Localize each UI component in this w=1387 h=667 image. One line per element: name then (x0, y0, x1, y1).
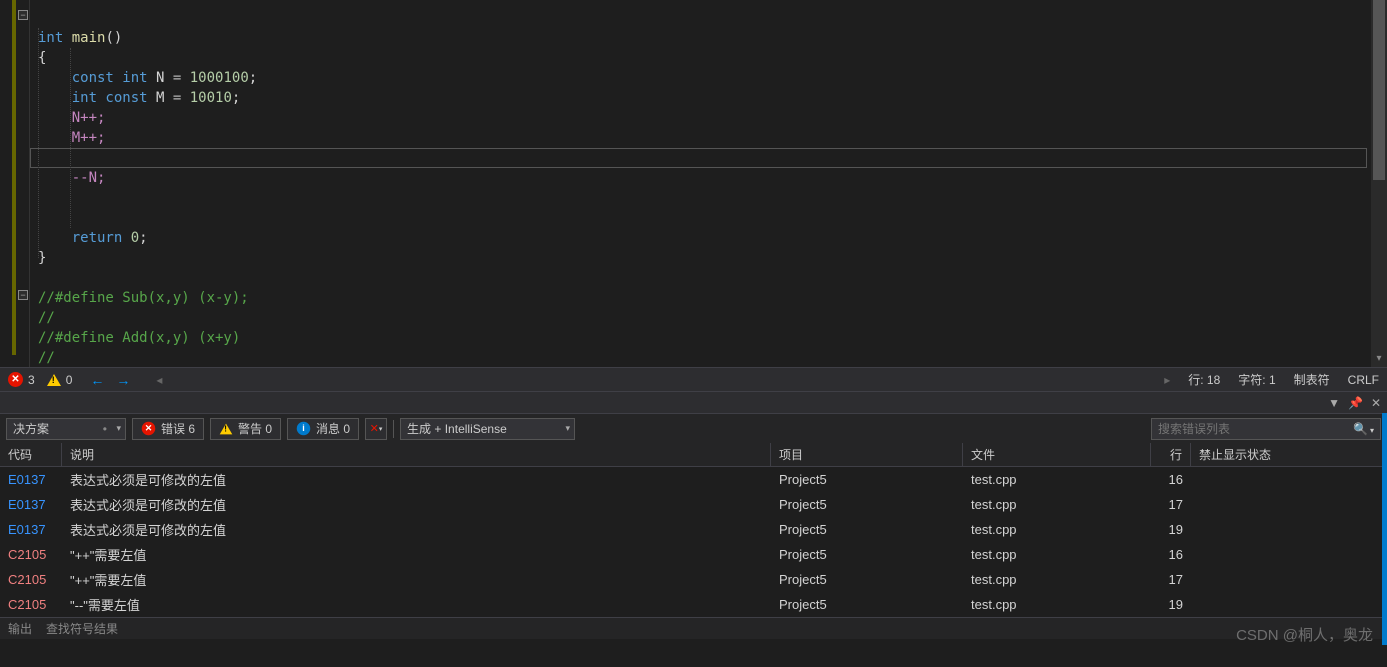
tab-findresults[interactable]: 查找符号结果 (46, 620, 118, 637)
table-row[interactable]: C2105"++"需要左值Project5test.cpp16 (0, 542, 1387, 567)
error-file: test.cpp (963, 492, 1151, 516)
error-file: test.cpp (963, 517, 1151, 541)
error-suppress (1191, 517, 1387, 541)
nav-back-icon[interactable]: ← (84, 372, 110, 388)
solution-filter[interactable]: 决方案 • (6, 418, 126, 440)
error-line: 19 (1151, 592, 1191, 616)
search-errors[interactable]: 🔍 (1151, 418, 1381, 440)
errorlist-toolbar: 决方案 • ✕ 错误 6 警告 0 i 消息 0 ✕▾ 生成 + Intelli… (0, 413, 1387, 443)
code-editor[interactable]: − − int main() { const int N = 1000100; … (0, 0, 1387, 367)
info-icon: i (297, 422, 311, 436)
grid-header: 代码 说明 项目 文件 行 禁止显示状态 (0, 443, 1387, 467)
fold-toggle[interactable]: − (18, 290, 28, 300)
search-icon[interactable]: 🔍 (1353, 422, 1374, 436)
error-suppress (1191, 567, 1387, 591)
nav-forward-icon[interactable]: → (110, 372, 136, 388)
header-line[interactable]: 行 (1151, 443, 1191, 466)
error-file: test.cpp (963, 542, 1151, 566)
error-code: C2105 (0, 567, 62, 591)
error-project: Project5 (771, 517, 963, 541)
table-row[interactable]: E0137表达式必须是可修改的左值Project5test.cpp16 (0, 467, 1387, 492)
error-list-grid[interactable]: 代码 说明 项目 文件 行 禁止显示状态 E0137表达式必须是可修改的左值Pr… (0, 443, 1387, 617)
header-desc[interactable]: 说明 (62, 443, 771, 466)
error-desc: 表达式必须是可修改的左值 (62, 467, 771, 491)
warnings-toggle[interactable]: 警告 0 (210, 418, 281, 440)
error-file: test.cpp (963, 567, 1151, 591)
error-line: 16 (1151, 467, 1191, 491)
error-code: E0137 (0, 467, 62, 491)
table-row[interactable]: E0137表达式必须是可修改的左值Project5test.cpp17 (0, 492, 1387, 517)
error-desc: "++"需要左值 (62, 542, 771, 566)
pin-icon[interactable]: 📌 (1348, 396, 1363, 410)
clear-filter-button[interactable]: ✕▾ (365, 418, 387, 440)
error-line: 16 (1151, 542, 1191, 566)
bottom-tabs: 输出 查找符号结果 (0, 617, 1387, 639)
error-desc: 表达式必须是可修改的左值 (62, 517, 771, 541)
error-desc: "--"需要左值 (62, 592, 771, 616)
error-project: Project5 (771, 567, 963, 591)
fold-toggle[interactable]: − (18, 10, 28, 20)
error-icon: ✕ (8, 372, 23, 387)
error-code: C2105 (0, 542, 62, 566)
errors-toggle[interactable]: ✕ 错误 6 (132, 418, 204, 440)
indent-mode[interactable]: 制表符 (1294, 371, 1330, 388)
code-content[interactable]: int main() { const int N = 1000100; int … (30, 0, 1387, 367)
error-code: E0137 (0, 517, 62, 541)
error-project: Project5 (771, 492, 963, 516)
error-line: 17 (1151, 567, 1191, 591)
search-input[interactable] (1158, 422, 1353, 436)
warning-icon (220, 423, 233, 434)
panel-scrollbar[interactable] (1382, 413, 1387, 645)
error-suppress (1191, 467, 1387, 491)
error-project: Project5 (771, 592, 963, 616)
table-row[interactable]: C2105"--"需要左值Project5test.cpp19 (0, 592, 1387, 617)
error-desc: "++"需要左值 (62, 567, 771, 591)
line-ending[interactable]: CRLF (1348, 373, 1379, 387)
error-project: Project5 (771, 467, 963, 491)
header-suppress[interactable]: 禁止显示状态 (1191, 443, 1387, 466)
error-code: E0137 (0, 492, 62, 516)
error-project: Project5 (771, 542, 963, 566)
cursor-char: 字符: 1 (1238, 371, 1275, 388)
close-icon[interactable]: ✕ (1371, 396, 1381, 410)
header-project[interactable]: 项目 (771, 443, 963, 466)
table-row[interactable]: E0137表达式必须是可修改的左值Project5test.cpp19 (0, 517, 1387, 542)
error-icon: ✕ (142, 422, 156, 436)
current-line-highlight (30, 148, 1367, 168)
error-file: test.cpp (963, 467, 1151, 491)
vertical-scrollbar[interactable]: ▾ (1371, 0, 1387, 367)
error-suppress (1191, 542, 1387, 566)
warning-icon (47, 374, 61, 386)
error-suppress (1191, 492, 1387, 516)
error-code: C2105 (0, 592, 62, 616)
error-line: 19 (1151, 517, 1191, 541)
error-count[interactable]: ✕ 3 (8, 372, 35, 387)
error-suppress (1191, 592, 1387, 616)
error-file: test.cpp (963, 592, 1151, 616)
panel-header: ▼ 📌 ✕ (0, 391, 1387, 413)
tab-output[interactable]: 输出 (8, 620, 32, 637)
cursor-line: 行: 18 (1188, 371, 1220, 388)
source-filter[interactable]: 生成 + IntelliSense (400, 418, 575, 440)
dropdown-icon[interactable]: ▼ (1328, 396, 1340, 410)
header-file[interactable]: 文件 (963, 443, 1151, 466)
table-row[interactable]: C2105"++"需要左值Project5test.cpp17 (0, 567, 1387, 592)
editor-status-bar: ✕ 3 0 ← → ◂ ▸ 行: 18 字符: 1 制表符 CRLF (0, 367, 1387, 391)
messages-toggle[interactable]: i 消息 0 (287, 418, 359, 440)
error-desc: 表达式必须是可修改的左值 (62, 492, 771, 516)
editor-gutter: − − (0, 0, 30, 367)
error-line: 17 (1151, 492, 1191, 516)
